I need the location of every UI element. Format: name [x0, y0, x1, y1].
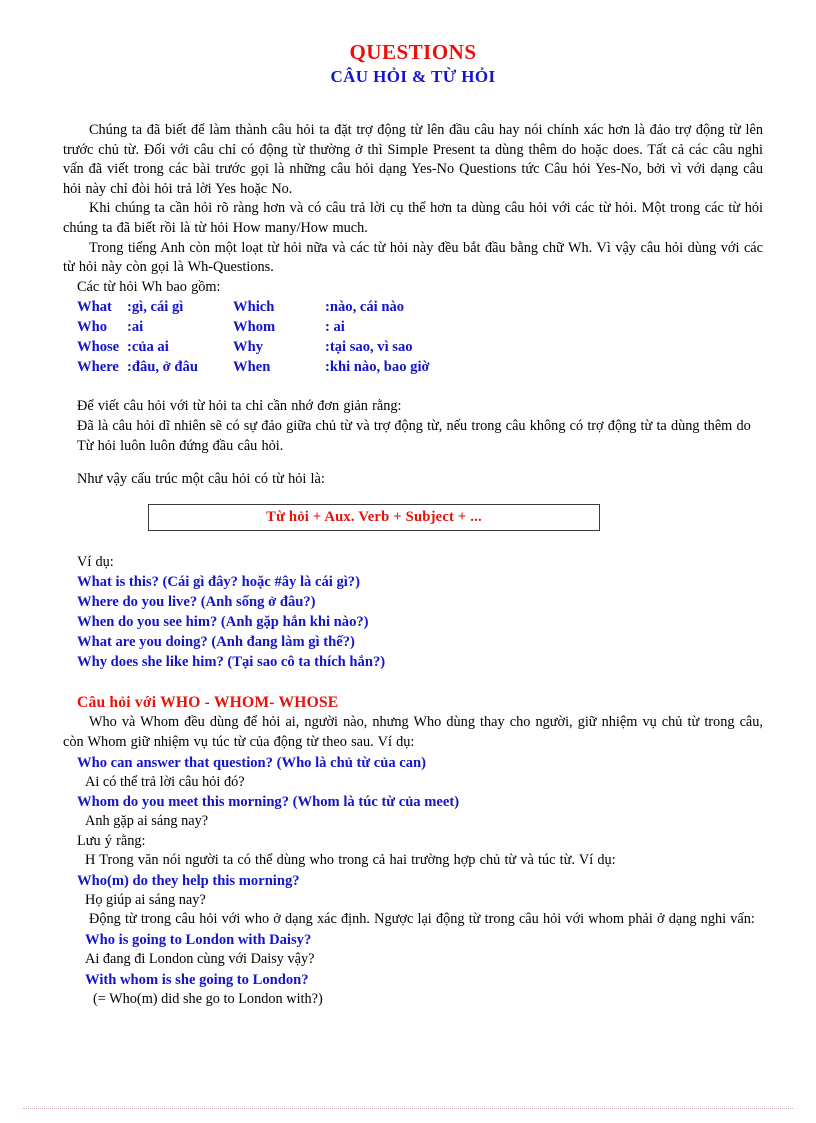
wh-words-table: What :gì, cái gì Which :nào, cái nào Who… — [63, 297, 430, 377]
footer-divider — [23, 1108, 793, 1109]
wh-word-when: When — [233, 359, 271, 376]
wh-meaning-why: :tại sao, vì sao — [325, 339, 413, 356]
example-whom-do-you-meet: Whom do you meet this morning? (Whom là … — [77, 794, 460, 811]
rule-line-1: Để viết câu hỏi với từ hỏi ta chỉ cần nh… — [77, 398, 402, 415]
wh-word-which: Which — [233, 299, 275, 316]
page-title-english: QUESTIONS — [349, 40, 477, 64]
wh-meaning-which: :nào, cái nào — [325, 299, 405, 316]
table-row: What :gì, cái gì Which :nào, cái nào — [63, 297, 430, 317]
table-row: Who :ai Whom : ai — [63, 317, 430, 337]
wh-word-what: What — [77, 299, 112, 316]
example-why-does-she-like-him: Why does she like him? (Tại sao cô ta th… — [77, 654, 386, 671]
wh-meaning-what: :gì, cái gì — [127, 299, 184, 316]
note-verb-form: Động từ trong câu hỏi với who ở dạng xác… — [89, 911, 755, 928]
wh-list-lead-in: Các từ hỏi Wh bao gồm: — [77, 278, 221, 295]
note-label: Lưu ý rằng: — [77, 832, 146, 849]
question-structure-box: Từ hỏi + Aux. Verb + Subject + ... — [148, 503, 600, 531]
example-what-are-you-doing: What are you doing? (Anh đang làm gì thế… — [77, 634, 355, 651]
document-title-block: QUESTIONS CÂU HỎI & TỪ HỎI — [63, 40, 763, 87]
section-heading-who-whom-whose: Câu hỏi với WHO - WHOM- WHOSE — [77, 694, 339, 712]
note-body: H Trong văn nói người ta có thể dùng who… — [85, 852, 616, 869]
wh-meaning-when: :khi nào, bao giờ — [325, 359, 430, 376]
translation-whom-do-they-help: Họ giúp ai sáng nay? — [85, 891, 206, 908]
rule-line-2: Đã là câu hỏi dĩ nhiên sẽ có sự đảo giữa… — [77, 417, 751, 434]
wh-word-where: Where — [77, 359, 119, 376]
example-what-is-this: What is this? (Cái gì đây? hoặc #ây là c… — [77, 574, 360, 591]
who-section-intro: Who và Whom đều dùng để hỏi ai, người nà… — [63, 714, 763, 750]
formula-box-wrapper: Từ hỏi + Aux. Verb + Subject + ... — [63, 503, 763, 531]
wh-word-who: Who — [77, 319, 108, 336]
intro-paragraph-3: Trong tiếng Anh còn một loạt từ hỏi nữa … — [63, 239, 763, 276]
intro-paragraph-1: Chúng ta đã biết để làm thành câu hỏi ta… — [63, 122, 763, 197]
example-where-do-you-live: Where do you live? (Anh sống ở đâu?) — [77, 594, 316, 611]
example-who-can-answer: Who can answer that question? (Who là ch… — [77, 754, 427, 771]
table-row: Whose :của ai Why :tại sao, vì sao — [63, 337, 430, 357]
example-whom-do-they-help: Who(m) do they help this morning? — [77, 872, 300, 889]
question-structure-formula: Từ hỏi + Aux. Verb + Subject + ... — [266, 508, 482, 525]
document-page: QUESTIONS CÂU HỎI & TỪ HỎI Chúng ta đã b… — [0, 0, 816, 1123]
translation-whom-do-you-meet: Anh gặp ai sáng nay? — [85, 813, 209, 830]
formula-lead-in: Như vậy cấu trúc một câu hỏi có từ hỏi l… — [77, 471, 325, 488]
wh-meaning-whose: :của ai — [127, 339, 169, 356]
wh-word-whose: Whose — [77, 339, 120, 356]
wh-word-why: Why — [233, 339, 264, 356]
wh-meaning-where: :đâu, ở đâu — [127, 359, 198, 376]
document-content: QUESTIONS CÂU HỎI & TỪ HỎI Chúng ta đã b… — [63, 40, 763, 1009]
translation-with-whom-is-she-going: (= Who(m) did she go to London with?) — [93, 990, 323, 1007]
translation-who-can-answer: Ai có thể trả lời câu hỏi đó? — [85, 773, 245, 790]
example-with-whom-is-she-going: With whom is she going to London? — [85, 971, 309, 988]
table-row: Where :đâu, ở đâu When :khi nào, bao giờ — [63, 357, 430, 377]
wh-meaning-whom: : ai — [325, 319, 345, 336]
wh-word-whom: Whom — [233, 319, 276, 336]
example-who-is-going-to-london: Who is going to London with Daisy? — [85, 932, 312, 949]
example-when-do-you-see-him: When do you see him? (Anh gặp hắn khi nà… — [77, 614, 369, 631]
wh-meaning-who: :ai — [127, 319, 144, 336]
translation-who-is-going-to-london: Ai đang đi London cùng với Daisy vậy? — [85, 951, 315, 968]
intro-paragraph-2: Khi chúng ta cần hỏi rõ ràng hơn và có c… — [63, 200, 763, 236]
examples-label: Ví dụ: — [77, 553, 114, 570]
rule-line-3: Từ hỏi luôn luôn đứng đầu câu hỏi. — [77, 437, 284, 454]
page-title-vietnamese: CÂU HỎI & TỪ HỎI — [330, 67, 496, 86]
